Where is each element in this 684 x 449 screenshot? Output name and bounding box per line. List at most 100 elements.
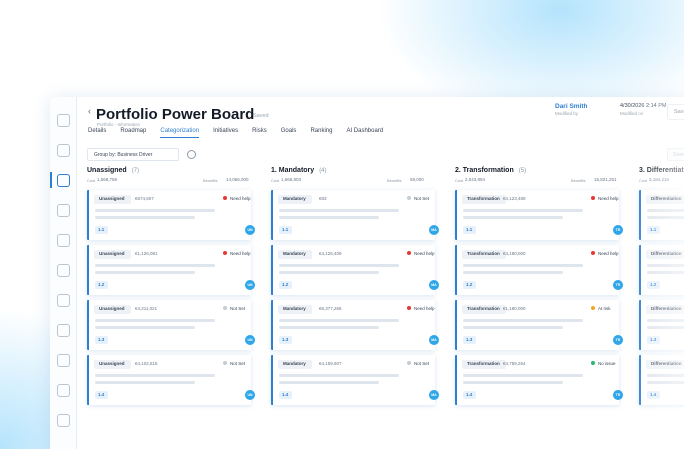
tab-categorization[interactable]: Categorization	[160, 128, 200, 138]
card-amount: €83	[319, 196, 327, 201]
category-pill: Differentiation	[646, 195, 684, 204]
description-placeholder-line	[647, 264, 684, 267]
owner-avatar[interactable]: UN	[245, 280, 255, 290]
initiative-card[interactable]: Transformation €4,123,489 Need help 1.1 TR	[455, 190, 623, 240]
initiative-card[interactable]: Unassigned €674,607 Need help 1.1 UN	[87, 190, 255, 240]
card-id-badge: 1.3	[647, 336, 660, 344]
column-cost-value: 1,568,756	[97, 177, 118, 182]
initiative-card[interactable]: Differentiation 1.2	[639, 245, 684, 295]
status-indicator: Not Set	[223, 306, 245, 311]
breadcrumb: Portfolio · Information	[97, 122, 141, 127]
rail-nav-resources-icon[interactable]	[57, 234, 70, 247]
column-count: (5)	[518, 168, 527, 174]
description-placeholder-line	[95, 381, 195, 384]
card-id-badge: 1.4	[279, 391, 292, 399]
description-placeholder-line	[463, 271, 563, 274]
tab-details[interactable]: Details	[88, 128, 106, 138]
status-dot-icon	[591, 196, 595, 200]
owner-avatar[interactable]: TR	[613, 280, 623, 290]
back-arrow-icon[interactable]: ‹	[88, 106, 91, 116]
status-label: Need help	[598, 251, 619, 256]
column-benefits-value: 15,821,251	[594, 177, 617, 182]
initiative-card[interactable]: Transformation €4,180,000 Need help 1.2 TR	[455, 245, 623, 295]
status-label: Need help	[230, 251, 251, 256]
tab-goals[interactable]: Goals	[281, 128, 297, 138]
status-dot-icon	[591, 251, 595, 255]
search-input[interactable]: Search	[667, 148, 684, 161]
card-amount: €4,102,515	[135, 361, 158, 366]
description-placeholder-line	[647, 381, 684, 384]
rail-nav-projects-icon[interactable]	[57, 204, 70, 217]
category-pill: Unassigned	[94, 195, 131, 204]
rail-nav-settings-icon[interactable]	[57, 414, 70, 427]
modified-by-label: Modified by	[555, 111, 579, 116]
rail-nav-finance-icon[interactable]	[57, 264, 70, 277]
status-indicator: Not Set	[223, 361, 245, 366]
status-dot-icon	[223, 361, 227, 365]
rail-nav-risks-icon[interactable]	[57, 294, 70, 307]
tab-roadmap[interactable]: Roadmap	[120, 128, 146, 138]
initiative-card[interactable]: Mandatory €4,125,409 Need help 1.2 MA	[271, 245, 439, 295]
rail-nav-goals-icon[interactable]	[57, 324, 70, 337]
card-amount: €6,377,266	[319, 306, 342, 311]
description-placeholder-line	[95, 326, 195, 329]
toggle-circle-icon[interactable]	[187, 150, 196, 159]
initiative-card[interactable]: Unassigned €1,126,081 Need help 1.2 UN	[87, 245, 255, 295]
owner-avatar[interactable]: UN	[245, 335, 255, 345]
card-id-badge: 1.4	[463, 391, 476, 399]
owner-avatar[interactable]: TR	[613, 335, 623, 345]
owner-avatar[interactable]: MA	[429, 390, 439, 400]
status-indicator: Need help	[591, 251, 619, 256]
owner-avatar[interactable]: UN	[245, 390, 255, 400]
status-label: Not Set	[230, 361, 246, 366]
initiative-card[interactable]: Differentiation 1.3	[639, 300, 684, 350]
card-amount: €1,126,081	[135, 251, 158, 256]
initiative-card[interactable]: Differentiation 1.1	[639, 190, 684, 240]
card-id-badge: 1.4	[647, 391, 660, 399]
initiative-card[interactable]: Mandatory €4,159,607 Not Set 1.4 MA	[271, 355, 439, 405]
owner-avatar[interactable]: TR	[613, 390, 623, 400]
column-benefits-label: Benefits	[387, 178, 402, 183]
status-dot-icon	[223, 251, 227, 255]
column-title: 2. Transformation (5)	[455, 167, 526, 174]
board-column: 1. Mandatory (4) Cost 1,666,803 Benefits 59,0…	[271, 167, 439, 449]
owner-avatar[interactable]: UN	[245, 225, 255, 235]
category-pill: Unassigned	[94, 360, 131, 369]
initiative-card[interactable]: Unassigned €4,211,021 Not Set 1.3 UN	[87, 300, 255, 350]
owner-avatar[interactable]: MA	[429, 335, 439, 345]
column-title: Unassigned (7)	[87, 167, 139, 174]
rail-nav-reports-icon[interactable]	[57, 144, 70, 157]
rail-nav-analytics-icon[interactable]	[57, 354, 70, 367]
initiative-card[interactable]: Mandatory €83 Not Set 1.1 MA	[271, 190, 439, 240]
card-id-badge: 1.2	[279, 281, 292, 289]
tab-risks[interactable]: Risks	[252, 128, 267, 138]
initiative-card[interactable]: Transformation €4,759,264 No issue 1.4 TR	[455, 355, 623, 405]
status-dot-icon	[407, 196, 411, 200]
description-placeholder-line	[279, 264, 399, 267]
tab-ranking[interactable]: Ranking	[310, 128, 332, 138]
card-amount: €4,123,489	[503, 196, 526, 201]
column-benefits-label: Benefits	[571, 178, 586, 183]
owner-avatar[interactable]: TR	[613, 225, 623, 235]
tab-bar: Details Roadmap Categorization Initiativ…	[88, 128, 397, 138]
status-indicator: Need help	[223, 251, 251, 256]
owner-avatar[interactable]: MA	[429, 280, 439, 290]
board-column: 2. Transformation (5) Cost 2,043,894 Benefit…	[455, 167, 623, 449]
modified-by-user[interactable]: Dari Smith	[555, 103, 588, 110]
initiative-card[interactable]: Differentiation 1.4	[639, 355, 684, 405]
group-by-select[interactable]: Group by: Business Driver	[87, 148, 179, 161]
rail-nav-portfolio-icon[interactable]	[57, 174, 70, 187]
rail-nav-home-icon[interactable]	[57, 114, 70, 127]
owner-avatar[interactable]: MA	[429, 225, 439, 235]
initiative-card[interactable]: Unassigned €4,102,515 Not Set 1.4 UN	[87, 355, 255, 405]
rail-nav-team-icon[interactable]	[57, 384, 70, 397]
description-placeholder-line	[463, 326, 563, 329]
board-columns: Unassigned (7) Cost 1,568,756 Benefits 14,066…	[87, 167, 684, 449]
description-placeholder-line	[279, 209, 399, 212]
status-indicator: Need help	[407, 306, 435, 311]
initiative-card[interactable]: Mandatory €6,377,266 Need help 1.3 MA	[271, 300, 439, 350]
tab-ai-dashboard[interactable]: AI Dashboard	[346, 128, 383, 138]
tab-initiatives[interactable]: Initiatives	[213, 128, 238, 138]
initiative-card[interactable]: Transformation €1,180,000 At risk 1.3 TR	[455, 300, 623, 350]
save-button[interactable]: Save	[667, 104, 684, 120]
